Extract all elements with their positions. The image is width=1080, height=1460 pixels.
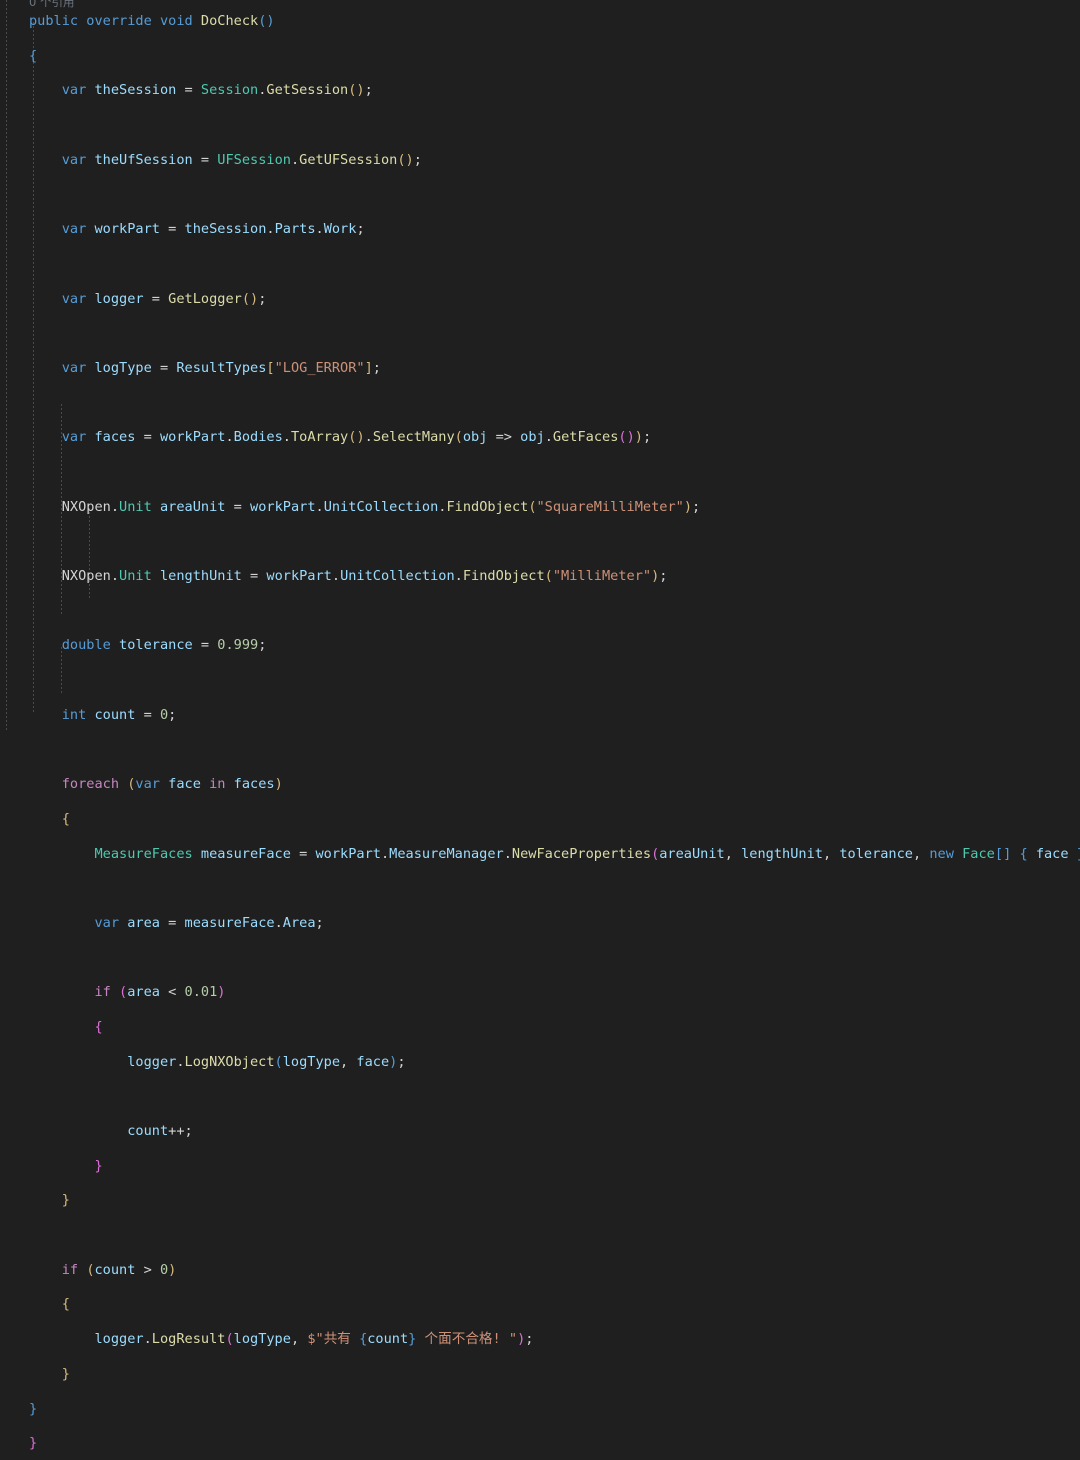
code-line[interactable]: logger.LogResult(logType, $"共有 {count} 个… [0, 1322, 1080, 1357]
code-line-blank[interactable] [0, 941, 1080, 976]
code-line[interactable]: { [0, 39, 1080, 74]
code-line-blank[interactable] [0, 108, 1080, 143]
code-line[interactable]: foreach (var face in faces) [0, 767, 1080, 802]
code-line-blank[interactable] [0, 316, 1080, 351]
code-line[interactable]: var logType = ResultTypes["LOG_ERROR"]; [0, 351, 1080, 386]
code-line-blank[interactable] [0, 524, 1080, 559]
code-line[interactable]: MeasureFaces measureFace = workPart.Meas… [0, 837, 1080, 872]
code-line-blank[interactable] [0, 1079, 1080, 1114]
code-line[interactable]: var area = measureFace.Area; [0, 906, 1080, 941]
code-line[interactable]: NXOpen.Unit areaUnit = workPart.UnitColl… [0, 490, 1080, 525]
code-line[interactable]: } [0, 1357, 1080, 1392]
code-line[interactable]: int count = 0; [0, 698, 1080, 733]
code-line[interactable]: } [0, 1392, 1080, 1427]
code-line[interactable]: var faces = workPart.Bodies.ToArray().Se… [0, 420, 1080, 455]
code-line[interactable]: { [0, 1287, 1080, 1322]
code-line[interactable]: } [0, 1426, 1080, 1460]
code-line-blank[interactable] [0, 386, 1080, 421]
code-line[interactable]: logger.LogNXObject(logType, face); [0, 1045, 1080, 1080]
code-line-blank[interactable] [0, 247, 1080, 282]
code-content[interactable]: public override void DoCheck() { var the… [0, 4, 1080, 1460]
code-line[interactable]: } [0, 1183, 1080, 1218]
code-line[interactable]: public override void DoCheck() [0, 4, 1080, 39]
code-editor-viewport[interactable]: 0 个引用 public override void DoCheck() { v… [0, 0, 1080, 1451]
code-line[interactable]: var logger = GetLogger(); [0, 282, 1080, 317]
code-line-blank[interactable] [0, 732, 1080, 767]
code-line[interactable]: if (area < 0.01) [0, 975, 1080, 1010]
code-line[interactable]: if (count > 0) [0, 1253, 1080, 1288]
code-line[interactable]: NXOpen.Unit lengthUnit = workPart.UnitCo… [0, 559, 1080, 594]
code-line[interactable]: { [0, 1010, 1080, 1045]
code-line-blank[interactable] [0, 871, 1080, 906]
code-line-blank[interactable] [0, 594, 1080, 629]
code-line-blank[interactable] [0, 663, 1080, 698]
code-line[interactable]: count++; [0, 1114, 1080, 1149]
code-line[interactable]: double tolerance = 0.999; [0, 628, 1080, 663]
code-line[interactable]: } [0, 1149, 1080, 1184]
code-line[interactable]: var theUfSession = UFSession.GetUFSessio… [0, 143, 1080, 178]
code-line-blank[interactable] [0, 177, 1080, 212]
code-line[interactable]: var theSession = Session.GetSession(); [0, 73, 1080, 108]
code-line-blank[interactable] [0, 1218, 1080, 1253]
code-line[interactable]: var workPart = theSession.Parts.Work; [0, 212, 1080, 247]
code-line[interactable]: { [0, 802, 1080, 837]
code-line-blank[interactable] [0, 455, 1080, 490]
